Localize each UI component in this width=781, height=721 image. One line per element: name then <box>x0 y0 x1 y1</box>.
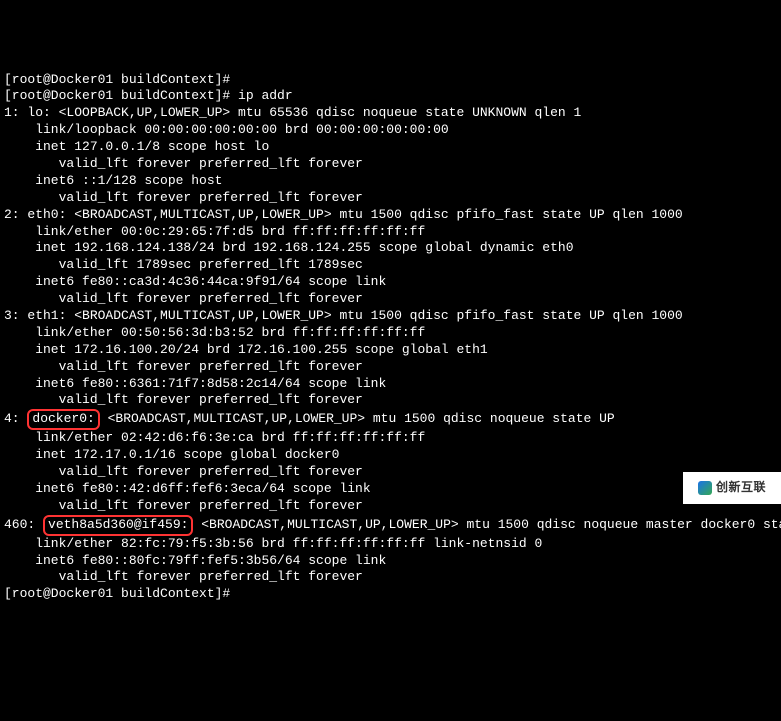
iface-eth1-inet: inet 172.16.100.20/24 brd 172.16.100.255… <box>4 342 777 359</box>
watermark-logo-icon <box>698 481 712 495</box>
iface-docker0-valid1: valid_lft forever preferred_lft forever <box>4 464 777 481</box>
iface-eth0-header: 2: eth0: <BROADCAST,MULTICAST,UP,LOWER_U… <box>4 207 777 224</box>
iface-docker0-valid2: valid_lft forever preferred_lft forever <box>4 498 777 515</box>
watermark: 创新互联 <box>683 472 781 504</box>
iface-eth0-valid1: valid_lft 1789sec preferred_lft 1789sec <box>4 257 777 274</box>
iface-eth1-valid2: valid_lft forever preferred_lft forever <box>4 392 777 409</box>
iface-veth-valid2: valid_lft forever preferred_lft forever <box>4 569 777 586</box>
iface-veth-name-highlight: veth8a5d360@if459: <box>43 515 193 536</box>
command: ip addr <box>238 88 293 103</box>
iface-veth-rest: <BROADCAST,MULTICAST,UP,LOWER_UP> mtu 15… <box>193 517 781 532</box>
iface-eth1-header: 3: eth1: <BROADCAST,MULTICAST,UP,LOWER_U… <box>4 308 777 325</box>
prompt-line-end[interactable]: [root@Docker01 buildContext]# <box>4 586 777 603</box>
command-line[interactable]: [root@Docker01 buildContext]# ip addr <box>4 88 777 105</box>
iface-docker0-num: 4: <box>4 411 27 426</box>
prompt-line-prev: [root@Docker01 buildContext]# <box>4 72 777 89</box>
iface-eth0-inet: inet 192.168.124.138/24 brd 192.168.124.… <box>4 240 777 257</box>
iface-eth1-inet6: inet6 fe80::6361:71f7:8d58:2c14/64 scope… <box>4 376 777 393</box>
iface-veth-link: link/ether 82:fc:79:f5:3b:56 brd ff:ff:f… <box>4 536 777 553</box>
iface-lo-inet6: inet6 ::1/128 scope host <box>4 173 777 190</box>
iface-lo-valid2: valid_lft forever preferred_lft forever <box>4 190 777 207</box>
watermark-text: 创新互联 <box>716 480 766 496</box>
iface-veth-inet6: inet6 fe80::80fc:79ff:fef5:3b56/64 scope… <box>4 553 777 570</box>
prompt: [root@Docker01 buildContext]# <box>4 88 238 103</box>
iface-lo-link: link/loopback 00:00:00:00:00:00 brd 00:0… <box>4 122 777 139</box>
iface-docker0-inet6: inet6 fe80::42:d6ff:fef6:3eca/64 scope l… <box>4 481 777 498</box>
iface-docker0-link: link/ether 02:42:d6:f6:3e:ca brd ff:ff:f… <box>4 430 777 447</box>
iface-docker0-rest: <BROADCAST,MULTICAST,UP,LOWER_UP> mtu 15… <box>100 411 615 426</box>
iface-eth0-link: link/ether 00:0c:29:65:7f:d5 brd ff:ff:f… <box>4 224 777 241</box>
iface-eth1-valid1: valid_lft forever preferred_lft forever <box>4 359 777 376</box>
iface-lo-valid1: valid_lft forever preferred_lft forever <box>4 156 777 173</box>
iface-eth1-link: link/ether 00:50:56:3d:b3:52 brd ff:ff:f… <box>4 325 777 342</box>
iface-eth0-valid2: valid_lft forever preferred_lft forever <box>4 291 777 308</box>
iface-veth-num: 460: <box>4 517 43 532</box>
iface-docker0-name-highlight: docker0: <box>27 409 99 430</box>
iface-eth0-inet6: inet6 fe80::ca3d:4c36:44ca:9f91/64 scope… <box>4 274 777 291</box>
iface-docker0-header: 4: docker0: <BROADCAST,MULTICAST,UP,LOWE… <box>4 409 777 430</box>
iface-veth-header: 460: veth8a5d360@if459: <BROADCAST,MULTI… <box>4 515 777 536</box>
iface-lo-inet: inet 127.0.0.1/8 scope host lo <box>4 139 777 156</box>
iface-docker0-inet: inet 172.17.0.1/16 scope global docker0 <box>4 447 777 464</box>
iface-lo-header: 1: lo: <LOOPBACK,UP,LOWER_UP> mtu 65536 … <box>4 105 777 122</box>
